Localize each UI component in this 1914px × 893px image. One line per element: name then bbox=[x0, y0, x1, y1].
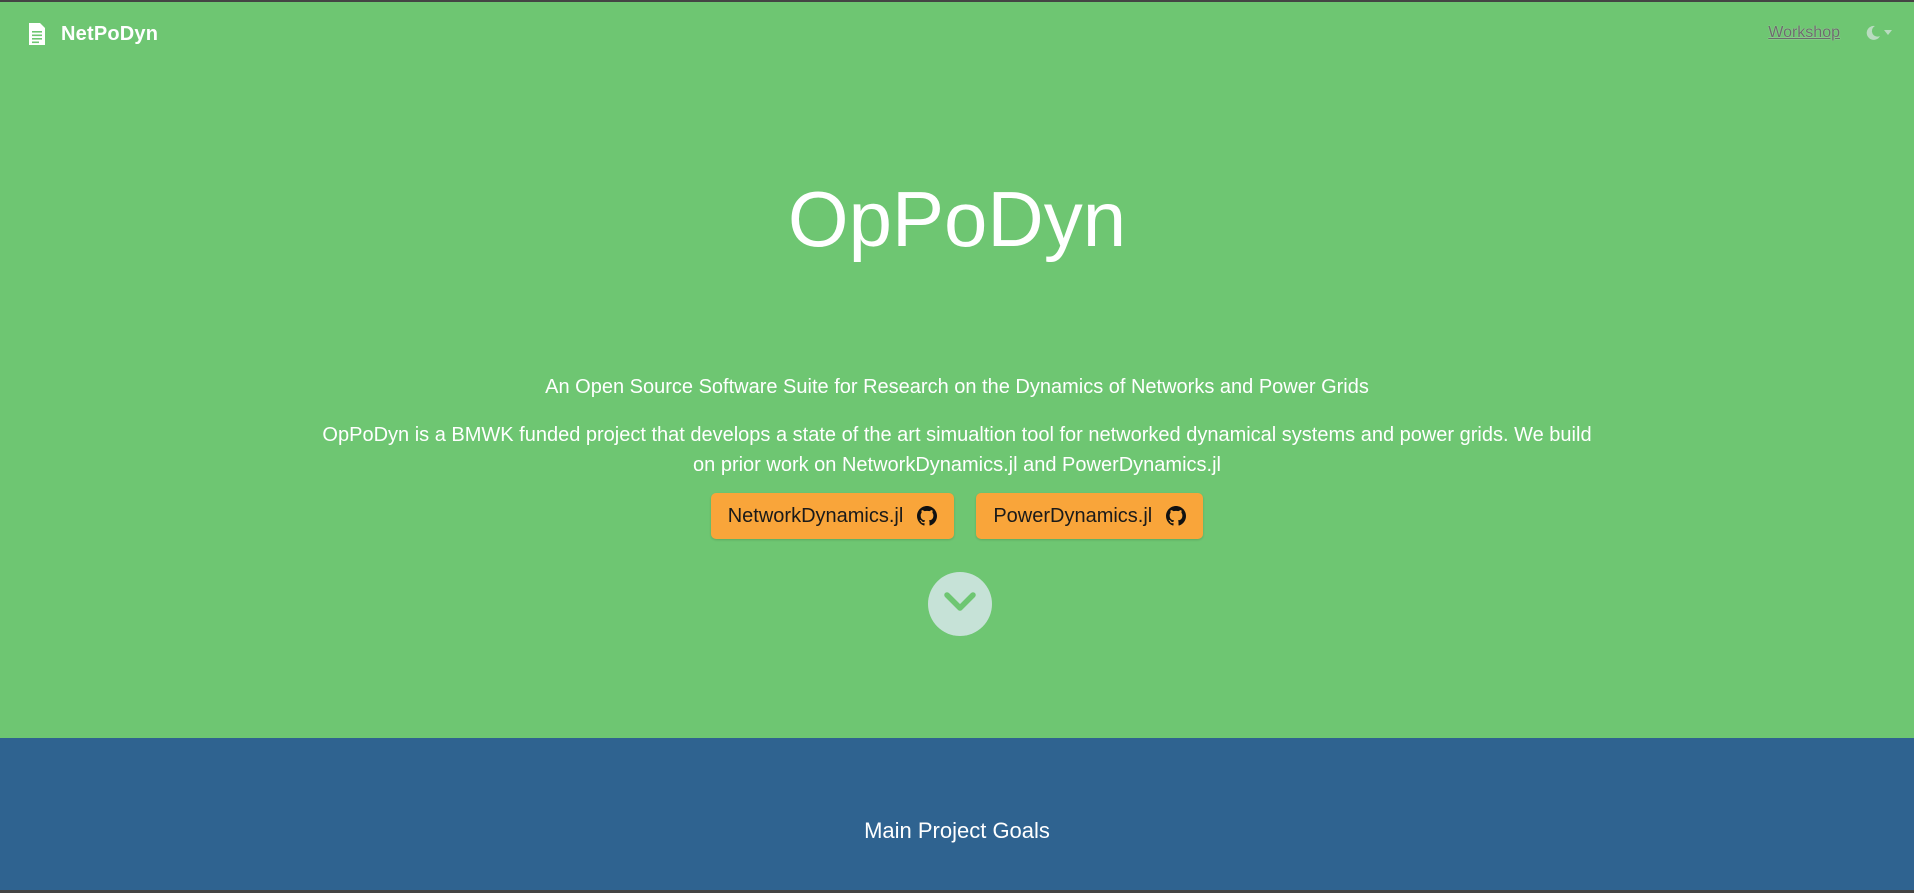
github-icon bbox=[917, 506, 938, 526]
hero-section: NetPoDyn Workshop OpPoDyn An Open Source… bbox=[0, 2, 1914, 738]
goals-title: Main Project Goals bbox=[864, 818, 1050, 843]
document-icon bbox=[27, 22, 47, 46]
hero-subtitle: An Open Source Software Suite for Resear… bbox=[545, 376, 1369, 398]
navbar: NetPoDyn Workshop bbox=[0, 2, 1914, 66]
theme-toggle-button[interactable] bbox=[1864, 24, 1892, 42]
chevron-down-icon bbox=[943, 591, 977, 618]
networkdynamics-button[interactable]: NetworkDynamics.jl bbox=[710, 493, 955, 539]
repo-button-row: NetworkDynamics.jl PowerDynamics.jl bbox=[0, 493, 1914, 539]
powerdynamics-button[interactable]: PowerDynamics.jl bbox=[976, 493, 1204, 539]
nav-link-workshop[interactable]: Workshop bbox=[1768, 24, 1840, 42]
brand-name: NetPoDyn bbox=[61, 22, 159, 45]
github-icon bbox=[1166, 506, 1187, 526]
powerdynamics-label: PowerDynamics.jl bbox=[993, 504, 1153, 527]
brand-link[interactable]: NetPoDyn bbox=[27, 22, 158, 46]
caret-down-icon bbox=[1884, 30, 1892, 36]
nav-right: Workshop bbox=[1768, 24, 1892, 42]
networkdynamics-label: NetworkDynamics.jl bbox=[727, 504, 904, 527]
scroll-down-button[interactable] bbox=[928, 572, 992, 636]
goals-section: Main Project Goals bbox=[0, 738, 1914, 893]
moon-icon bbox=[1864, 24, 1882, 42]
page-title: OpPoDyn bbox=[787, 175, 1127, 263]
hero-description: OpPoDyn is a BMWK funded project that de… bbox=[322, 424, 1592, 476]
